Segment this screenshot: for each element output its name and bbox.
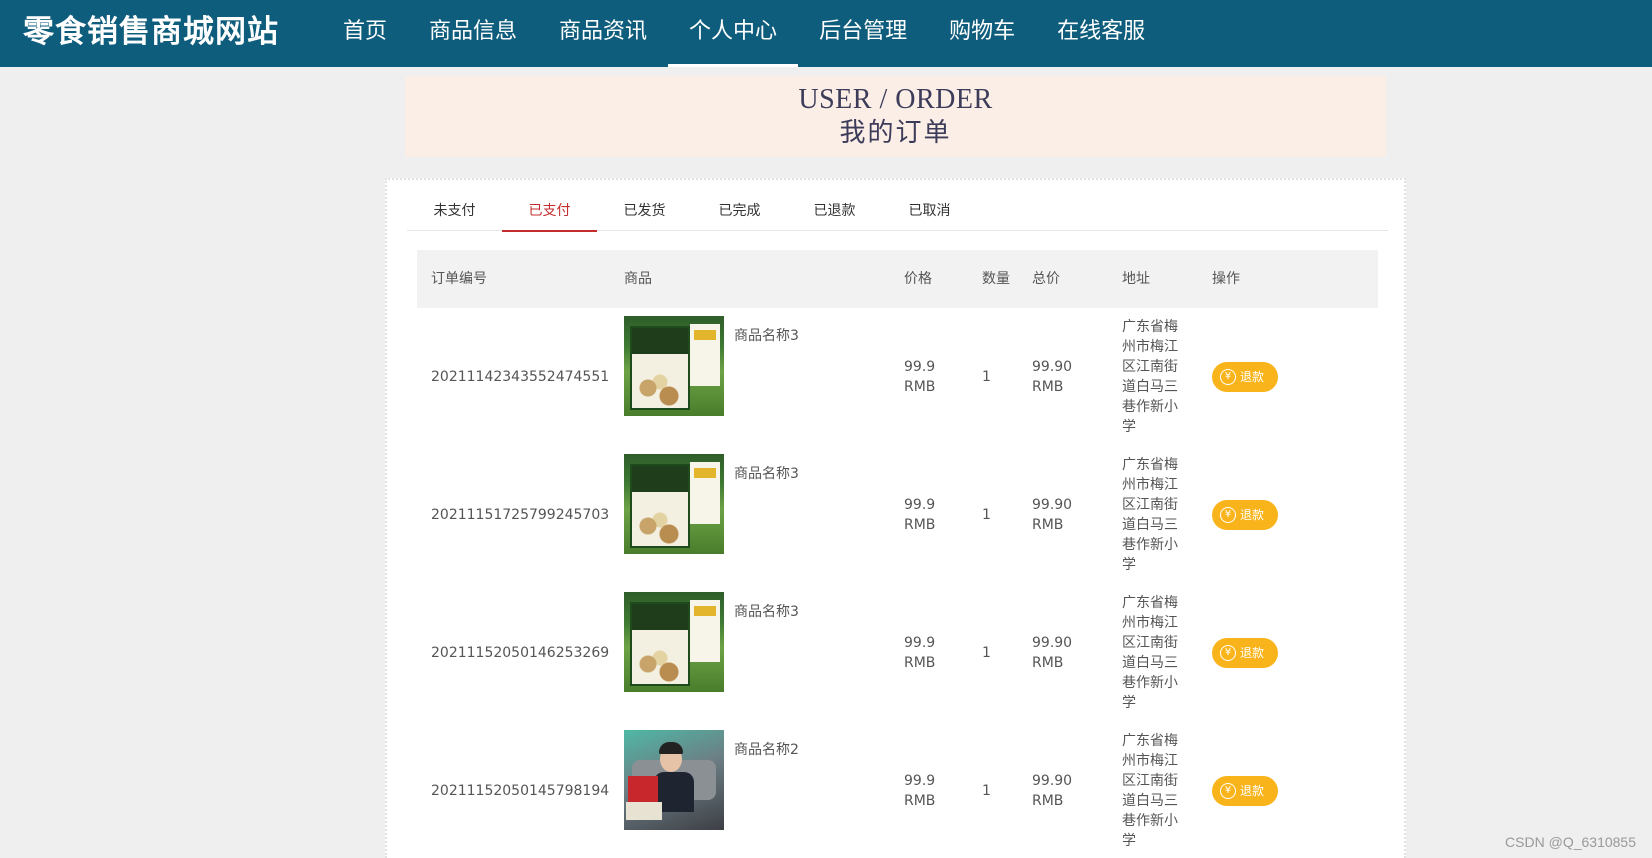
product-name-link[interactable]: 商品名称2 <box>734 740 799 760</box>
refund-label: 退款 <box>1240 370 1265 384</box>
price: 99.9 RMB <box>904 497 936 533</box>
page-title-cn: 我的订单 <box>839 118 952 148</box>
order-no: 20211142343552474551 <box>431 369 610 385</box>
nav-admin[interactable]: 后台管理 <box>798 0 928 67</box>
tab-unpaid[interactable]: 未支付 <box>407 193 502 231</box>
col-qty-label: 数量 <box>982 270 1010 287</box>
col-price: 价格 <box>904 270 932 287</box>
col-product: 商品 <box>624 270 652 287</box>
price: 99.9 RMB <box>904 635 936 671</box>
nav-customer-service[interactable]: 在线客服 <box>1036 0 1166 67</box>
product-name-link[interactable]: 商品名称3 <box>734 464 799 484</box>
refund-label: 退款 <box>1240 508 1265 522</box>
order-status-tabs: 未支付 已支付 已发货 已完成 已退款 已取消 <box>407 193 1388 232</box>
col-total: 总价 <box>1032 270 1060 287</box>
col-action: 操作 <box>1212 270 1240 287</box>
nav-products[interactable]: 商品信息 <box>408 0 538 67</box>
person-snack-image[interactable] <box>624 730 724 830</box>
qty: 1 <box>982 783 991 799</box>
main-nav: 首页 商品信息 商品资讯 个人中心 后台管理 购物车 在线客服 <box>322 0 1166 67</box>
col-order-no: 订单编号 <box>431 270 487 287</box>
nut-box-image[interactable] <box>624 454 724 554</box>
address: 广东省梅州市梅江区江南街道白马三巷作新小学 <box>1122 733 1178 849</box>
refund-label: 退款 <box>1240 784 1265 798</box>
refund-button[interactable]: ¥ 退款 <box>1212 776 1278 806</box>
watermark: CSDN @Q_6310855 <box>1505 834 1636 850</box>
price: 99.9 RMB <box>904 359 936 395</box>
tab-refunded[interactable]: 已退款 <box>787 193 882 231</box>
nut-box-image[interactable] <box>624 592 724 692</box>
total: 99.90 RMB <box>1032 635 1073 671</box>
tab-cancelled[interactable]: 已取消 <box>882 193 977 231</box>
refund-button[interactable]: ¥ 退款 <box>1212 638 1278 668</box>
tab-paid[interactable]: 已支付 <box>502 193 597 232</box>
refund-button[interactable]: ¥ 退款 <box>1212 500 1278 530</box>
order-no: 20211152050145798194 <box>431 783 610 799</box>
table-row: 20211151725799245703 商品名称3 99.9 RMB 1 99… <box>417 446 1378 584</box>
yen-coin-icon: ¥ <box>1220 369 1236 385</box>
page-title-banner: USER / ORDER 我的订单 <box>405 76 1386 157</box>
site-brand[interactable]: 零食销售商城网站 <box>23 12 279 52</box>
table-row: 20211152050145798194 商品名称2 99.9 RMB 1 99… <box>417 722 1378 858</box>
nut-box-image[interactable] <box>624 316 724 416</box>
refund-label: 退款 <box>1240 646 1265 660</box>
qty: 1 <box>982 369 991 385</box>
yen-coin-icon: ¥ <box>1220 783 1236 799</box>
total: 99.90 RMB <box>1032 773 1073 809</box>
nav-cart[interactable]: 购物车 <box>928 0 1036 67</box>
table-header-row: 订单编号 商品 价格 数量 总价 地址 操作 <box>417 250 1378 308</box>
tab-completed[interactable]: 已完成 <box>692 193 787 231</box>
orders-panel: 未支付 已支付 已发货 已完成 已退款 已取消 订单编号 商品 价格 数量 总价… <box>385 178 1406 858</box>
page-title-en: USER / ORDER <box>798 84 993 115</box>
top-navbar: 零食销售商城网站 首页 商品信息 商品资讯 个人中心 后台管理 购物车 在线客服 <box>0 0 1652 67</box>
address: 广东省梅州市梅江区江南街道白马三巷作新小学 <box>1122 319 1178 435</box>
nav-home[interactable]: 首页 <box>322 0 408 67</box>
nav-user-center[interactable]: 个人中心 <box>668 0 799 67</box>
table-row: 20211152050146253269 商品名称3 99.9 RMB 1 99… <box>417 584 1378 722</box>
price: 99.9 RMB <box>904 773 936 809</box>
tab-shipped[interactable]: 已发货 <box>597 193 692 231</box>
table-row: 20211142343552474551 商品名称3 99.9 RMB 1 99… <box>417 308 1378 446</box>
order-no: 20211151725799245703 <box>431 507 610 523</box>
product-name-link[interactable]: 商品名称3 <box>734 602 799 622</box>
address: 广东省梅州市梅江区江南街道白马三巷作新小学 <box>1122 595 1178 711</box>
refund-button[interactable]: ¥ 退款 <box>1212 362 1278 392</box>
yen-coin-icon: ¥ <box>1220 645 1236 661</box>
yen-coin-icon: ¥ <box>1220 507 1236 523</box>
nav-news[interactable]: 商品资讯 <box>538 0 668 67</box>
orders-table: 订单编号 商品 价格 数量 总价 地址 操作 20211142343552474… <box>417 250 1378 858</box>
order-no: 20211152050146253269 <box>431 645 610 661</box>
total: 99.90 RMB <box>1032 359 1073 395</box>
qty: 1 <box>982 507 991 523</box>
total: 99.90 RMB <box>1032 497 1073 533</box>
address: 广东省梅州市梅江区江南街道白马三巷作新小学 <box>1122 457 1178 573</box>
col-qty: 数量 <box>968 250 1018 308</box>
product-name-link[interactable]: 商品名称3 <box>734 326 799 346</box>
qty: 1 <box>982 645 991 661</box>
col-address: 地址 <box>1122 270 1150 287</box>
